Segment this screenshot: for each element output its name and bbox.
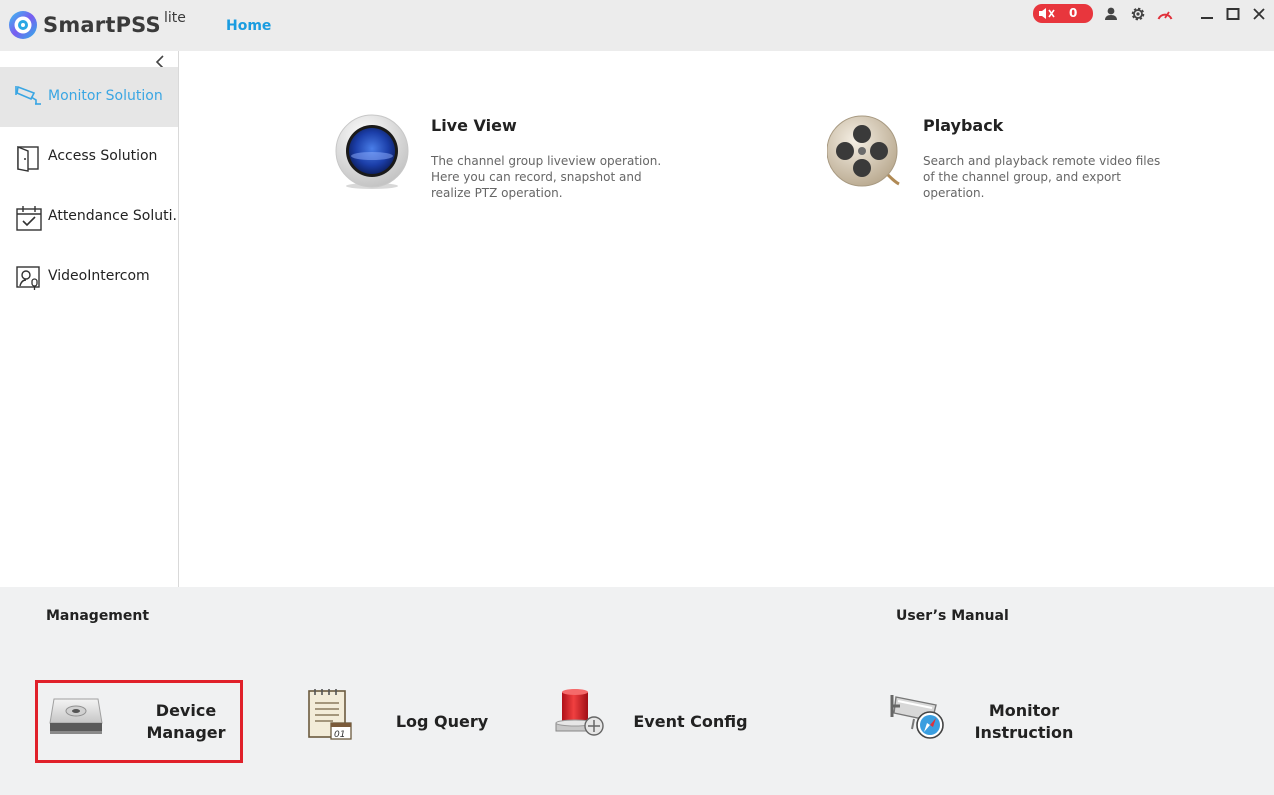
users-manual-title: User’s Manual bbox=[896, 608, 1009, 624]
hard-drive-icon bbox=[49, 698, 103, 734]
user-icon[interactable] bbox=[1102, 5, 1120, 23]
svg-text:01: 01 bbox=[334, 730, 345, 740]
sidebar-item-label: Access Solution bbox=[48, 148, 158, 164]
alarm-badge[interactable]: 0 bbox=[1033, 4, 1093, 23]
video-intercom-icon bbox=[16, 266, 40, 290]
event-config-label: Event Config bbox=[633, 712, 748, 731]
live-view-title[interactable]: Live View bbox=[431, 116, 517, 135]
sidebar-item-access-solution[interactable]: Access Solution bbox=[0, 127, 178, 187]
gear-icon[interactable] bbox=[1129, 5, 1147, 23]
sidebar-item-monitor-solution[interactable]: Monitor Solution bbox=[0, 67, 178, 127]
live-view-card[interactable]: Live View The channel group liveview ope… bbox=[335, 114, 695, 224]
monitor-instruction-button[interactable]: Monitor Instruction bbox=[890, 683, 1080, 763]
device-manager-button[interactable]: Device Manager bbox=[46, 683, 236, 763]
monitor-instruction-label: Monitor Instruction bbox=[974, 701, 1074, 742]
live-view-description: The channel group liveview operation. He… bbox=[431, 154, 662, 200]
sidebar: Monitor Solution Access Solution Attenda… bbox=[0, 51, 179, 587]
sidebar-item-videointercom[interactable]: VideoIntercom bbox=[0, 247, 178, 307]
log-query-label: Log Query bbox=[395, 712, 489, 731]
performance-gauge-icon[interactable] bbox=[1156, 5, 1174, 23]
log-query-button[interactable]: 01 Log Query bbox=[305, 683, 495, 763]
app-edition: lite bbox=[164, 10, 186, 26]
playback-card[interactable]: Playback Search and playback remote vide… bbox=[827, 114, 1187, 224]
event-config-button[interactable]: Event Config bbox=[553, 683, 753, 763]
surveillance-camera-icon bbox=[15, 85, 41, 105]
playback-title[interactable]: Playback bbox=[923, 116, 1003, 135]
management-title: Management bbox=[46, 608, 150, 624]
app-name: SmartPSS bbox=[43, 13, 161, 37]
close-icon[interactable] bbox=[1250, 5, 1268, 23]
live-view-lens-icon bbox=[335, 114, 409, 189]
maximize-icon[interactable] bbox=[1224, 5, 1242, 23]
film-reel-icon bbox=[827, 115, 900, 187]
playback-description: Search and playback remote video files o… bbox=[923, 154, 1161, 200]
sidebar-item-label: VideoIntercom bbox=[48, 268, 150, 284]
sidebar-item-label: Monitor Solution bbox=[48, 88, 163, 104]
log-notepad-icon: 01 bbox=[308, 689, 352, 740]
sidebar-item-attendance-solution[interactable]: Attendance Soluti... bbox=[0, 187, 178, 247]
app-logo-icon bbox=[9, 11, 37, 39]
tab-home[interactable]: Home bbox=[226, 18, 271, 34]
speaker-mute-icon bbox=[1039, 8, 1055, 19]
bottom-panel: Management User’s Manual Device Manager … bbox=[0, 587, 1274, 795]
camera-compass-icon bbox=[890, 695, 944, 739]
sidebar-item-label: Attendance Soluti... bbox=[48, 208, 178, 224]
alarm-siren-icon bbox=[555, 689, 604, 736]
calendar-check-icon bbox=[16, 206, 42, 231]
minimize-icon[interactable] bbox=[1198, 5, 1216, 23]
device-manager-label: Device Manager bbox=[146, 701, 226, 742]
alarm-count: 0 bbox=[1069, 6, 1078, 20]
door-icon bbox=[17, 145, 39, 172]
title-bar: SmartPSS lite Home 0 bbox=[0, 0, 1274, 51]
